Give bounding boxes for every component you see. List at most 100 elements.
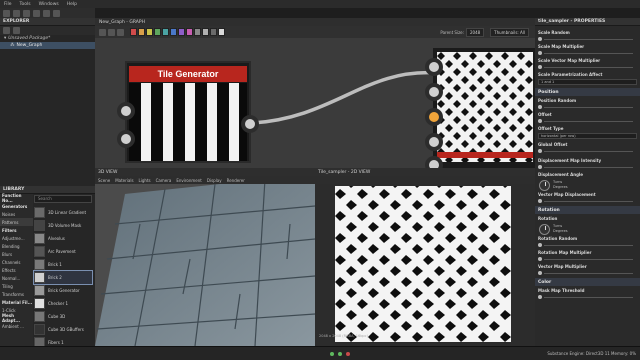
sampler-input-port[interactable] bbox=[425, 83, 443, 101]
3d-menu-item[interactable]: Scene bbox=[98, 178, 110, 183]
library-category[interactable]: Channels bbox=[0, 258, 33, 266]
3d-menu-item[interactable]: Materials bbox=[115, 178, 133, 183]
package-item[interactable]: ▾ Unsaved Package* bbox=[0, 35, 95, 42]
library-category[interactable]: Normal... bbox=[0, 274, 33, 282]
color-swatch[interactable] bbox=[154, 28, 161, 36]
comment-tool-icon[interactable] bbox=[117, 28, 124, 36]
library-category[interactable]: Effects bbox=[0, 266, 33, 274]
color-swatch[interactable] bbox=[130, 28, 137, 36]
position-random-slider[interactable] bbox=[538, 105, 637, 109]
open-folder-icon[interactable] bbox=[13, 9, 20, 17]
open-package-icon[interactable] bbox=[13, 27, 20, 34]
library-item[interactable]: Alveolus bbox=[34, 232, 92, 245]
rotation-section-header[interactable]: Rotation bbox=[535, 206, 640, 214]
position-section-header[interactable]: Position bbox=[535, 88, 640, 96]
menu-help[interactable]: Help bbox=[67, 2, 77, 7]
undo-icon[interactable] bbox=[43, 9, 50, 17]
save-all-icon[interactable] bbox=[33, 9, 40, 17]
node-output-port[interactable] bbox=[241, 115, 259, 133]
library-item[interactable]: Cube 3D GBuffers bbox=[34, 323, 92, 336]
menu-tools[interactable]: Tools bbox=[20, 2, 31, 7]
mask-map-threshold-slider[interactable] bbox=[538, 295, 637, 299]
expand-arrow-icon[interactable]: ▾ bbox=[4, 36, 6, 41]
3d-menu-item[interactable]: Renderer bbox=[227, 178, 245, 183]
scale-random-slider[interactable] bbox=[538, 37, 637, 41]
color-swatch[interactable] bbox=[202, 28, 209, 36]
node-input-port[interactable] bbox=[117, 102, 135, 120]
frame-tool-icon[interactable] bbox=[108, 28, 115, 36]
menu-windows[interactable]: Windows bbox=[39, 2, 59, 7]
library-category[interactable]: Filters bbox=[0, 226, 33, 234]
rotation-map-multiplier-slider[interactable] bbox=[538, 257, 637, 261]
sampler-input-port[interactable] bbox=[425, 58, 443, 76]
library-item[interactable]: Brick 1 bbox=[34, 258, 92, 271]
color-swatch[interactable] bbox=[218, 28, 225, 36]
vector-map-displacement-slider[interactable] bbox=[538, 199, 637, 203]
library-category[interactable]: Material Fil... bbox=[0, 298, 33, 306]
scale-parametrization-select[interactable]: 1 and 1 bbox=[538, 79, 637, 85]
global-offset-slider[interactable] bbox=[538, 149, 637, 153]
new-package-icon[interactable] bbox=[3, 27, 10, 34]
rotation-dial[interactable] bbox=[539, 223, 550, 235]
library-item[interactable]: 3D Linear Gradient bbox=[34, 206, 92, 219]
scale-map-multiplier-slider[interactable] bbox=[538, 51, 637, 55]
offset-slider[interactable] bbox=[538, 119, 637, 123]
2d-view-title[interactable]: Tile_sampler - 2D VIEW bbox=[318, 170, 370, 175]
color-swatch[interactable] bbox=[170, 28, 177, 36]
library-category[interactable]: Ambient ... bbox=[0, 322, 33, 330]
color-swatch[interactable] bbox=[186, 28, 193, 36]
library-category[interactable]: Mesh Adapt... bbox=[0, 313, 33, 323]
library-category[interactable]: Tiling bbox=[0, 282, 33, 290]
tile-generator-node[interactable]: Tile Generator bbox=[125, 61, 251, 163]
save-icon[interactable] bbox=[23, 9, 30, 17]
color-swatch[interactable] bbox=[210, 28, 217, 36]
scale-vector-map-slider[interactable] bbox=[538, 65, 637, 69]
library-category[interactable]: Transforms bbox=[0, 290, 33, 298]
graph-item[interactable]: ⁂ New_Graph bbox=[0, 42, 95, 49]
library-category[interactable]: Patterns bbox=[0, 218, 33, 226]
library-category[interactable]: Blurs bbox=[0, 250, 33, 258]
library-category[interactable]: Blending bbox=[0, 242, 33, 250]
thumbnails-select[interactable]: Thumbnails: All bbox=[490, 27, 529, 37]
pointer-tool-icon[interactable] bbox=[99, 28, 106, 36]
3d-menu-item[interactable]: Environment bbox=[176, 178, 202, 183]
sampler-input-port[interactable] bbox=[425, 156, 443, 168]
node-input-port[interactable] bbox=[117, 130, 135, 148]
color-swatch[interactable] bbox=[146, 28, 153, 36]
library-search-input[interactable]: Search bbox=[34, 195, 92, 203]
rotation-random-slider[interactable] bbox=[538, 243, 637, 247]
color-swatch[interactable] bbox=[138, 28, 145, 36]
library-category[interactable]: Function No... bbox=[0, 193, 33, 203]
menu-file[interactable]: File bbox=[4, 2, 12, 7]
color-swatch[interactable] bbox=[162, 28, 169, 36]
sampler-input-port-active[interactable] bbox=[425, 108, 443, 126]
redo-icon[interactable] bbox=[53, 9, 60, 17]
3d-view-title[interactable]: 3D VIEW bbox=[98, 170, 117, 175]
offset-type-select[interactable]: horizontal (per row) bbox=[538, 133, 637, 139]
library-category[interactable]: Generators bbox=[0, 202, 33, 210]
2d-texture-preview[interactable] bbox=[335, 186, 511, 342]
library-category[interactable]: Noises bbox=[0, 210, 33, 218]
library-item[interactable]: Checker 1 bbox=[34, 297, 92, 310]
sampler-input-port[interactable] bbox=[425, 133, 443, 151]
library-item[interactable]: 3D Volume Mask bbox=[34, 219, 92, 232]
library-category[interactable]: Adjustme... bbox=[0, 234, 33, 242]
3d-menu-item[interactable]: Lights bbox=[139, 178, 151, 183]
displacement-intensity-slider[interactable] bbox=[538, 165, 637, 169]
tile-sampler-node[interactable] bbox=[433, 48, 535, 168]
3d-viewport[interactable] bbox=[95, 184, 315, 346]
library-item[interactable]: Cube 3D bbox=[34, 310, 92, 323]
library-item[interactable]: Brick 2 bbox=[33, 270, 93, 285]
color-swatch[interactable] bbox=[178, 28, 185, 36]
vector-map-multiplier-slider[interactable] bbox=[538, 271, 637, 275]
library-item[interactable]: Brick Generator bbox=[34, 284, 92, 297]
3d-menu-item[interactable]: Display bbox=[207, 178, 222, 183]
color-section-header[interactable]: Color bbox=[535, 278, 640, 286]
parent-size-select[interactable]: 2048 bbox=[465, 27, 485, 37]
3d-menu-item[interactable]: Camera bbox=[156, 178, 172, 183]
graph-tab[interactable]: New_Graph - GRAPH bbox=[99, 20, 145, 25]
new-file-icon[interactable] bbox=[3, 9, 10, 17]
displacement-angle-dial[interactable] bbox=[539, 179, 550, 191]
library-item[interactable]: Arc Pavement bbox=[34, 245, 92, 258]
color-swatch[interactable] bbox=[194, 28, 201, 36]
